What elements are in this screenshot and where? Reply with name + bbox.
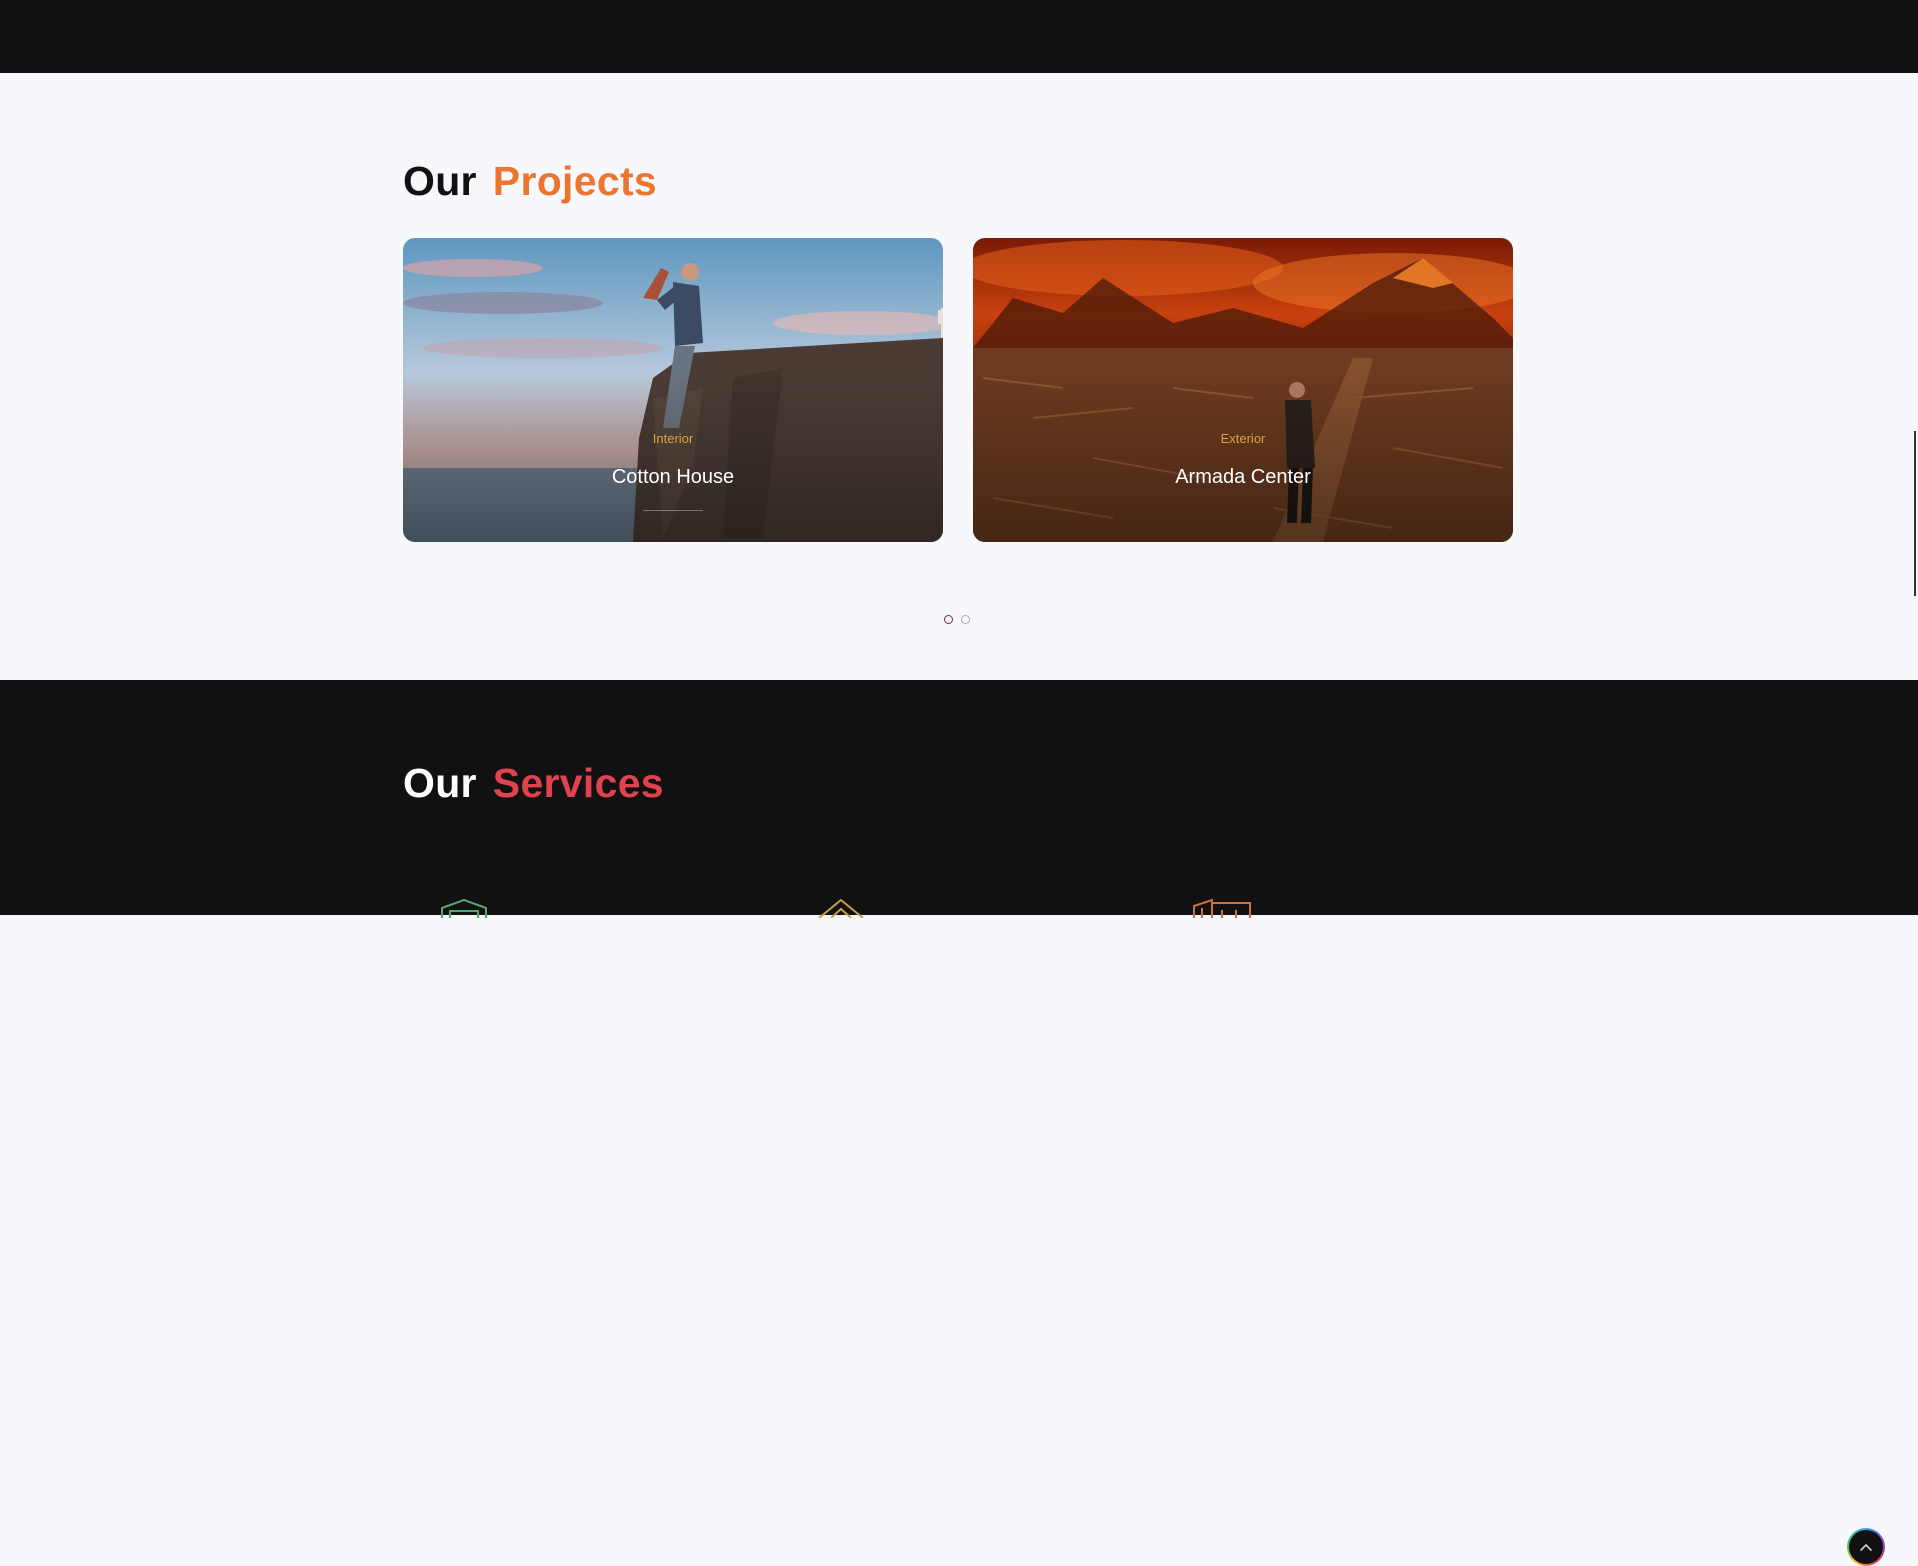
scrollbar-thumb[interactable] <box>1914 431 1916 596</box>
top-dark-band <box>0 0 1918 73</box>
project-title[interactable]: Cotton House <box>403 466 943 489</box>
projects-heading-accent: Projects <box>492 158 657 204</box>
carousel-dot-1[interactable] <box>944 615 953 624</box>
services-section: Our Services <box>0 680 1918 1564</box>
roof-outline-icon <box>818 898 864 918</box>
project-card-overlay <box>403 372 943 542</box>
building-outline-icon <box>1193 898 1251 918</box>
project-category: Exterior <box>1220 431 1266 446</box>
projects-heading: Our Projects <box>403 158 657 205</box>
services-heading-accent: Services <box>492 760 664 806</box>
project-card-cotton-house[interactable]: Interior Cotton House <box>403 238 943 542</box>
project-title-underline <box>643 510 703 511</box>
project-category: Interior <box>652 431 694 446</box>
projects-section: Our Projects Interior Cotton House Exter… <box>0 73 1918 680</box>
back-to-top-button[interactable] <box>1847 1528 1885 1566</box>
services-heading: Our Services <box>403 760 664 807</box>
tower-outline-icon <box>441 898 487 918</box>
carousel-dot-2[interactable] <box>961 615 970 624</box>
project-card-armada-center[interactable]: Exterior Armada Center <box>973 238 1513 542</box>
project-card-overlay <box>973 372 1513 542</box>
chevron-up-icon <box>1860 1544 1872 1551</box>
projects-heading-our: Our <box>403 158 477 204</box>
services-heading-our: Our <box>403 760 477 806</box>
project-title[interactable]: Armada Center <box>973 466 1513 489</box>
carousel-pagination <box>944 615 970 624</box>
